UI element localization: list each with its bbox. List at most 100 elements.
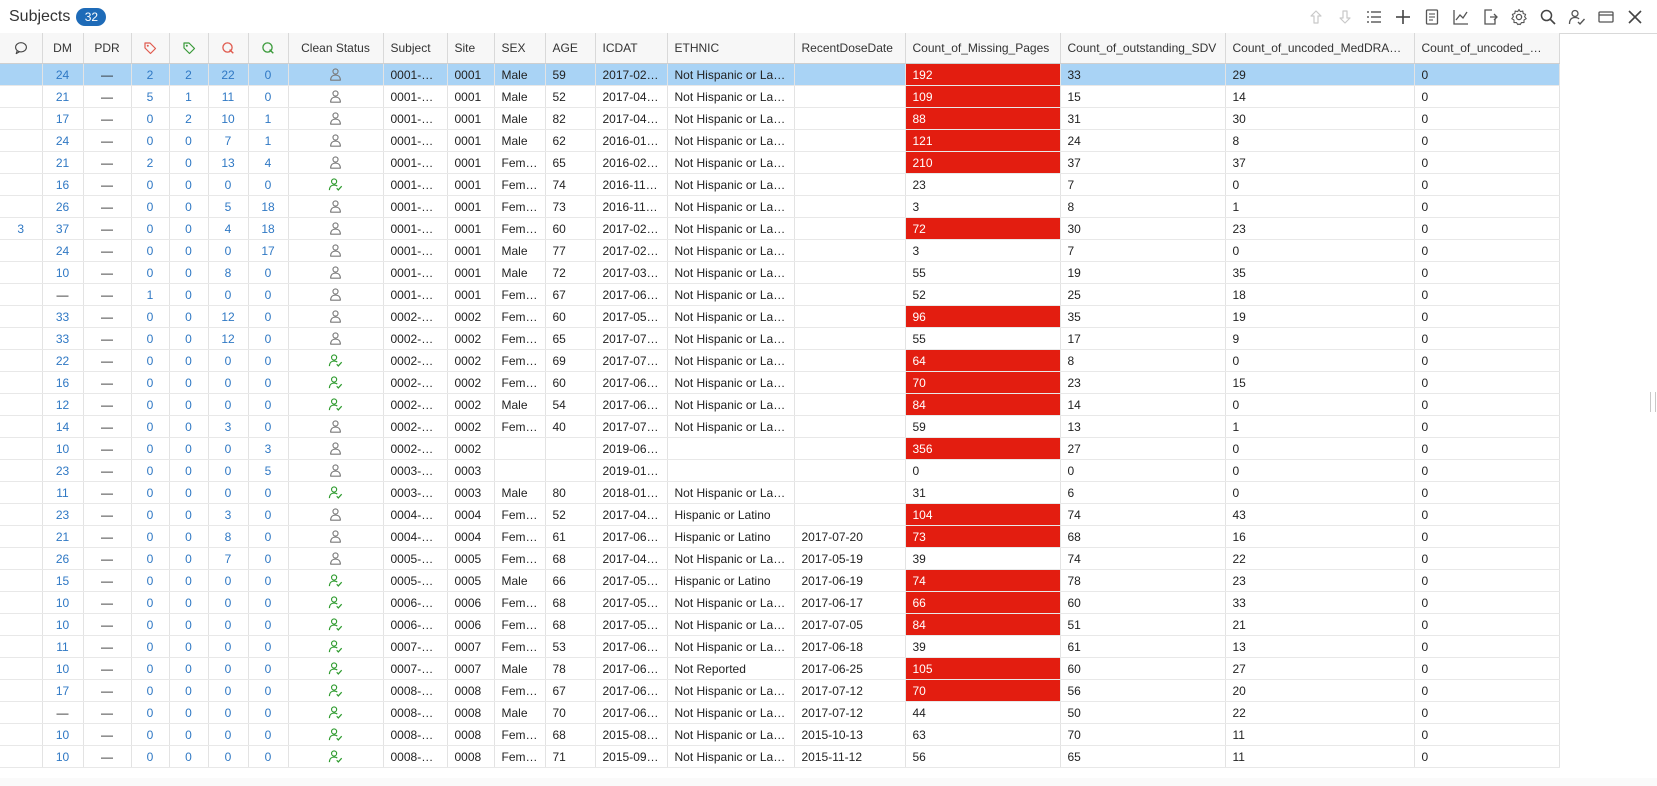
- document-button[interactable]: [1417, 2, 1446, 31]
- cell-tag-red[interactable]: 0: [131, 261, 170, 284]
- cell-query-green[interactable]: 3: [248, 437, 289, 460]
- cell-query-green[interactable]: 0: [248, 525, 289, 548]
- cell-query-red[interactable]: 3: [208, 415, 249, 438]
- cell-query-red[interactable]: 0: [208, 173, 249, 196]
- cell-query-red[interactable]: 0: [208, 437, 249, 460]
- table-row[interactable]: 3 37—0 0 4 18 0001-008 0001 Female 60 2017-02-01 N…: [0, 217, 1560, 240]
- cell-tag-red[interactable]: 0: [131, 305, 170, 328]
- cell-dm[interactable]: 22: [42, 349, 84, 372]
- table-row[interactable]: 15—0 0 0 0 0005-002 0005 Male 66 2017-05-04 Hispa…: [0, 569, 1560, 592]
- cell-query-green[interactable]: 0: [248, 393, 289, 416]
- cell-tag-red[interactable]: 0: [131, 107, 170, 130]
- cell-tag-red[interactable]: 0: [131, 393, 170, 416]
- cell-query-red[interactable]: 0: [208, 723, 249, 746]
- export-button[interactable]: [1475, 2, 1504, 31]
- cell-query-red[interactable]: 8: [208, 525, 249, 548]
- cell-tag-green[interactable]: 0: [169, 569, 209, 592]
- column-header-whod[interactable]: Count_of_uncoded_WHOD: [1414, 33, 1560, 64]
- cell-query-red[interactable]: 0: [208, 283, 249, 306]
- search-button[interactable]: [1533, 2, 1562, 31]
- column-header-age[interactable]: AGE: [545, 33, 596, 64]
- cell-tag-green[interactable]: 0: [169, 173, 209, 196]
- cell-dm[interactable]: 16: [42, 371, 84, 394]
- cell-query-green[interactable]: 0: [248, 415, 289, 438]
- cell-query-red[interactable]: 0: [208, 393, 249, 416]
- list-button[interactable]: [1359, 2, 1388, 31]
- cell-tag-green[interactable]: 2: [169, 107, 209, 130]
- cell-tag-green[interactable]: 0: [169, 371, 209, 394]
- cell-dm[interactable]: 10: [42, 261, 84, 284]
- cell-query-red[interactable]: 7: [208, 129, 249, 152]
- cell-query-red[interactable]: 0: [208, 371, 249, 394]
- cell-query-red[interactable]: 0: [208, 349, 249, 372]
- cell-tag-red[interactable]: 0: [131, 327, 170, 350]
- column-header-icdat[interactable]: ICDAT: [595, 33, 668, 64]
- cell-query-green[interactable]: 0: [248, 569, 289, 592]
- cell-dm[interactable]: 10: [42, 437, 84, 460]
- cell-dm[interactable]: 33: [42, 305, 84, 328]
- column-header-query-green[interactable]: [248, 33, 289, 64]
- table-row[interactable]: 10—0 0 0 0 0006-002 0006 Female 68 2017-05-31 Not…: [0, 613, 1560, 636]
- cell-dm[interactable]: 10: [42, 723, 84, 746]
- cell-tag-green[interactable]: 0: [169, 327, 209, 350]
- cell-query-red[interactable]: 11: [208, 85, 249, 108]
- table-row[interactable]: 33—0 0 12 0 0002-001 0002 Female 65 2017-07-10 No…: [0, 327, 1560, 350]
- cell-dm[interactable]: 17: [42, 679, 84, 702]
- cell-tag-green[interactable]: 0: [169, 305, 209, 328]
- cell-tag-green[interactable]: 0: [169, 239, 209, 262]
- cell-tag-green[interactable]: 0: [169, 613, 209, 636]
- cell-query-red[interactable]: 3: [208, 503, 249, 526]
- cell-query-red[interactable]: 22: [208, 63, 249, 86]
- cell-query-green[interactable]: 5: [248, 459, 289, 482]
- cell-tag-green[interactable]: 0: [169, 701, 209, 724]
- cell-tag-green[interactable]: 0: [169, 261, 209, 284]
- cell-dm[interactable]: 26: [42, 547, 84, 570]
- table-row[interactable]: 26—0 0 7 0 0005-001 0005 Female 68 2017-04-28 Not…: [0, 547, 1560, 570]
- close-button[interactable]: [1620, 2, 1649, 31]
- cell-query-green[interactable]: 0: [248, 613, 289, 636]
- cell-query-green[interactable]: 0: [248, 679, 289, 702]
- table-row[interactable]: 14—0 0 3 0 0002-005 0002 Female 40 2017-07-24 Not…: [0, 415, 1560, 438]
- resize-grip[interactable]: [1650, 392, 1656, 412]
- cell-dm[interactable]: 24: [42, 129, 84, 152]
- cell-query-green[interactable]: 0: [248, 371, 289, 394]
- table-row[interactable]: 10—0 0 8 0 0001-010 0001 Male 72 2017-03-31 Not H…: [0, 261, 1560, 284]
- cell-tag-red[interactable]: 0: [131, 701, 170, 724]
- column-header-meddra[interactable]: Count_of_uncoded_MedDRA_ter...: [1225, 33, 1415, 64]
- cell-tag-red[interactable]: 0: [131, 569, 170, 592]
- column-header-clean[interactable]: Clean Status: [288, 33, 384, 64]
- cell-tag-green[interactable]: 0: [169, 283, 209, 306]
- table-row[interactable]: 12—0 0 0 0 0002-004 0002 Male 54 2017-06-21 Not H…: [0, 393, 1560, 416]
- cell-tag-green[interactable]: 1: [169, 85, 209, 108]
- cell-tag-green[interactable]: 2: [169, 63, 209, 86]
- cell-tag-red[interactable]: 0: [131, 459, 170, 482]
- column-header-site[interactable]: Site: [447, 33, 495, 64]
- cell-tag-green[interactable]: 0: [169, 481, 209, 504]
- cell-query-green[interactable]: 0: [248, 701, 289, 724]
- table-row[interactable]: 10—0 0 0 0 0006-001 0006 Female 68 2017-05-18 Not…: [0, 591, 1560, 614]
- cell-query-green[interactable]: 0: [248, 261, 289, 284]
- cell-tag-green[interactable]: 0: [169, 393, 209, 416]
- cell-dm[interactable]: 24: [42, 239, 84, 262]
- cell-dm[interactable]: 11: [42, 635, 84, 658]
- cell-tag-red[interactable]: 0: [131, 635, 170, 658]
- cell-dm[interactable]: 33: [42, 327, 84, 350]
- table-row[interactable]: 16—0 0 0 0 0002-003 0002 Female 60 2017-06-07 Not…: [0, 371, 1560, 394]
- cell-query-green[interactable]: 0: [248, 327, 289, 350]
- table-row[interactable]: 21—5 1 11 0 0001-002 0001 Male 52 2017-04-13 Not …: [0, 85, 1560, 108]
- cell-tag-red[interactable]: 0: [131, 173, 170, 196]
- table-row[interactable]: 24—0 0 7 1 0001-004 0001 Male 62 2016-01-15 Not H…: [0, 129, 1560, 152]
- table-row[interactable]: 24—0 0 0 17 0001-009 0001 Male 77 2017-02-13 Not …: [0, 239, 1560, 262]
- cell-tag-red[interactable]: 0: [131, 657, 170, 680]
- cell-dm[interactable]: 37: [42, 217, 84, 240]
- cell-tag-green[interactable]: 0: [169, 195, 209, 218]
- cell-dm[interactable]: 14: [42, 415, 84, 438]
- table-row[interactable]: 10—0 0 0 3 0002-007 0002 2019-06-13 356 27 0 0: [0, 437, 1560, 460]
- table-row[interactable]: — —0 0 0 0 0008-002 0008 Male 70 2017-06-28 Not Hi…: [0, 701, 1560, 724]
- cell-tag-red[interactable]: 0: [131, 591, 170, 614]
- cell-dm[interactable]: 21: [42, 151, 84, 174]
- cell-tag-red[interactable]: 0: [131, 195, 170, 218]
- table-row[interactable]: 23—0 0 3 0 0004-001 0004 Female 52 2017-04-19 His…: [0, 503, 1560, 526]
- column-header-pdr[interactable]: PDR: [83, 33, 132, 64]
- cell-tag-red[interactable]: 0: [131, 613, 170, 636]
